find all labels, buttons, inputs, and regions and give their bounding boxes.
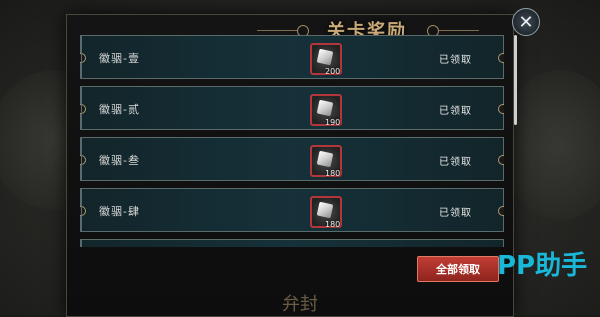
stage-name: 徽骃-叁 — [99, 154, 140, 167]
reward-quantity: 200 — [325, 67, 341, 76]
reward-list[interactable]: 徽骃-壹 200 已领取 徽骃-贰 190 已领取 徽骃-叁 180 已领取 徽… — [80, 35, 504, 247]
row-ornament-right — [498, 206, 504, 216]
claim-status: 已领取 — [439, 55, 472, 66]
stage-name: 徽骃-贰 — [99, 103, 140, 116]
reward-quantity: 180 — [325, 169, 341, 178]
reward-row: 徽骃-肆 180 已领取 — [80, 188, 504, 232]
silver-ore-icon — [316, 201, 334, 219]
row-ornament-right — [498, 155, 504, 165]
close-icon: ✕ — [518, 11, 534, 33]
stage-name: 徽骃-壹 — [99, 52, 140, 65]
close-button[interactable]: ✕ — [512, 8, 540, 36]
silver-ore-icon — [316, 150, 334, 168]
claim-status: 已领取 — [439, 157, 472, 168]
claim-status: 已领取 — [439, 106, 472, 117]
row-ornament-left — [80, 206, 86, 216]
title-divider-right — [439, 30, 479, 31]
row-ornament-right — [498, 104, 504, 114]
watermark-logo: PP助手 — [497, 251, 588, 281]
row-ornament-left — [80, 155, 86, 165]
seal-text: 弁封 — [282, 294, 318, 315]
reward-quantity: 180 — [325, 220, 341, 229]
claim-all-button[interactable]: 全部领取 — [417, 256, 499, 282]
reward-row: 徽骃-贰 190 已领取 — [80, 86, 504, 130]
reward-row: 徽骃-叁 180 已领取 — [80, 137, 504, 181]
stage-name: 徽骃-肆 — [99, 205, 140, 218]
row-ornament-right — [498, 53, 504, 63]
row-ornament-left — [80, 53, 86, 63]
silver-ore-icon — [316, 48, 334, 66]
list-scrollbar[interactable] — [514, 35, 517, 125]
claim-status: 已领取 — [439, 208, 472, 219]
reward-quantity: 190 — [325, 118, 341, 127]
title-divider-left — [257, 30, 297, 31]
reward-row-partial — [80, 239, 504, 247]
reward-row: 徽骃-壹 200 已领取 — [80, 35, 504, 79]
silver-ore-icon — [316, 99, 334, 117]
row-ornament-left — [80, 104, 86, 114]
